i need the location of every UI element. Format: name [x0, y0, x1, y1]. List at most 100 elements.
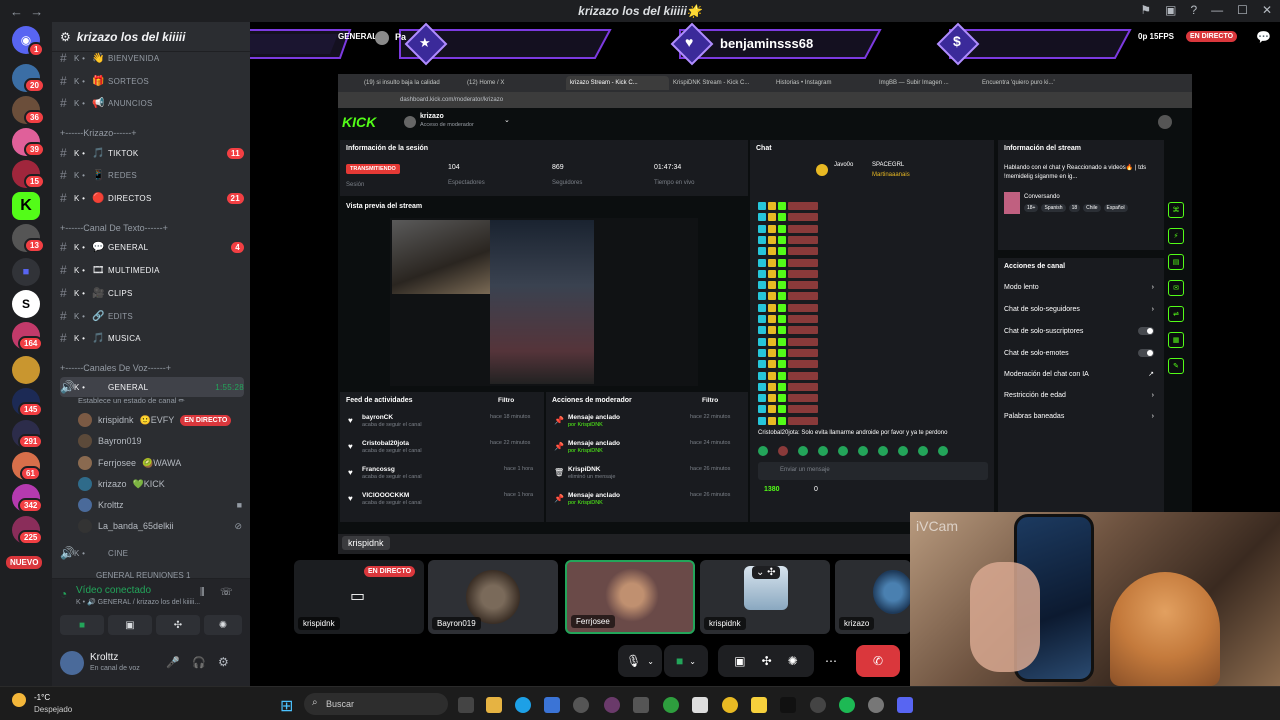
filter-button[interactable]: Filtro — [498, 397, 514, 404]
chat-icon[interactable]: 💬 — [1256, 30, 1271, 44]
voice-user[interactable]: Bayron019 — [78, 431, 142, 451]
voice-status[interactable]: Vídeo conectado — [76, 585, 151, 596]
app-icon[interactable] — [810, 697, 826, 713]
participant-tile[interactable]: EN DIRECTO ▭ krispidnk — [294, 560, 424, 634]
weather-text[interactable]: Despejado — [34, 705, 72, 714]
maximize-icon[interactable]: ☐ — [1237, 3, 1248, 17]
browser-tab[interactable]: (12) Home / X — [463, 76, 566, 90]
kick-server-icon[interactable]: K — [12, 192, 40, 220]
folder-icon[interactable]: ■ — [12, 258, 40, 286]
app-icon[interactable] — [692, 697, 708, 713]
inbox-icon[interactable]: ⚑ — [1140, 3, 1151, 17]
tiktok-icon[interactable] — [780, 697, 796, 713]
sidebar-tool[interactable]: ▤ — [1168, 254, 1184, 270]
tag[interactable]: Spanish — [1041, 204, 1066, 212]
action-slow-mode[interactable]: Modo lento › — [1004, 284, 1154, 291]
new-badge[interactable]: NUEVO — [6, 556, 43, 569]
preview-video[interactable] — [390, 218, 698, 386]
browser-tab[interactable]: KrispiDNK Stream - Kick C... — [669, 76, 772, 90]
voice-user[interactable]: krispidnk 🙂EVFY EN DIRECTO — [78, 410, 232, 430]
channel-multimedia[interactable]: # K • 🎞 MULTIMEDIA — [60, 260, 244, 280]
participant-tile[interactable]: krizazo — [835, 560, 911, 634]
channel-status[interactable]: Establece un estado de canal ✏ — [78, 396, 185, 405]
browser-tab[interactable]: (19) si insulto baja la calidad — [360, 76, 463, 90]
emote-icon[interactable] — [858, 446, 868, 456]
screen-share-button[interactable]: ▣ — [108, 615, 152, 635]
noise-icon[interactable]: ⫼ — [200, 587, 205, 598]
chevron-down-icon[interactable]: ⌄ — [504, 116, 510, 124]
tag[interactable]: Chile — [1083, 204, 1101, 212]
more-button[interactable]: ⋯ — [820, 645, 842, 677]
voice-user[interactable]: krizazo 💚KICK — [78, 474, 165, 494]
discord-icon[interactable] — [897, 697, 913, 713]
disconnect-button[interactable]: ✆ — [856, 645, 900, 677]
chat-input[interactable]: Enviar un mensaje — [758, 462, 988, 480]
spotify-icon[interactable] — [839, 697, 855, 713]
emote-icon[interactable] — [838, 446, 848, 456]
minimize-icon[interactable]: — — [1211, 3, 1223, 17]
tag[interactable]: Español — [1103, 204, 1128, 212]
browser-address-bar[interactable]: dashboard.kick.com/moderator/krizazo — [338, 92, 1192, 108]
edge-icon[interactable] — [515, 697, 531, 713]
browser-tab[interactable]: ImgBB — Subir Imagen ... — [875, 76, 978, 90]
emote-icon[interactable] — [938, 446, 948, 456]
activities-icon[interactable]: ✣ — [762, 654, 772, 668]
emote-icon[interactable] — [918, 446, 928, 456]
xbox-icon[interactable] — [663, 697, 679, 713]
channel-anuncios[interactable]: # K • 📢 ANUNCIOS — [60, 93, 244, 113]
category-texto[interactable]: +------Canal De Texto------+ — [60, 223, 168, 233]
app-icon[interactable] — [722, 697, 738, 713]
activities-button[interactable]: ✣ — [156, 615, 200, 635]
sidebar-tool[interactable]: ⇌ — [1168, 306, 1184, 322]
channel-bienvenida[interactable]: # K • 👋 BIENVENIDA — [60, 48, 244, 68]
server-icon[interactable] — [12, 356, 40, 384]
voice-location[interactable]: K • 🔊 GENERAL / krizazo los del kiiiii..… — [76, 598, 216, 606]
participant-tile[interactable]: ⌄ ✣ krispidnk — [700, 560, 830, 634]
close-icon[interactable]: ✕ — [1262, 3, 1272, 17]
screen-icon[interactable]: ▣ — [1165, 3, 1176, 17]
sidebar-tool[interactable]: ⚡ — [1168, 228, 1184, 244]
mic-button[interactable]: 🎙 ⌄ — [618, 645, 662, 677]
sidebar-tool[interactable]: ⌘ — [1168, 202, 1184, 218]
voice-user[interactable]: Ferrjosee 🥝WAWA — [78, 453, 181, 473]
app-icon[interactable] — [573, 697, 589, 713]
tag[interactable]: 18 — [1068, 204, 1081, 212]
channel-general[interactable]: # K • 💬 GENERAL 4 — [60, 237, 244, 257]
category-voz[interactable]: +------Canales De Voz------+ — [60, 363, 171, 373]
channel-clips[interactable]: # K • 🎥 CLIPS — [60, 283, 244, 303]
channel-directos[interactable]: # K • 🔴 DIRECTOS 21 — [60, 188, 244, 208]
participant-tile[interactable]: Bayron019 — [428, 560, 558, 634]
emote-icon[interactable] — [778, 446, 788, 456]
avatar[interactable] — [60, 651, 84, 675]
notes-icon[interactable] — [751, 697, 767, 713]
headphones-icon[interactable]: 🎧 — [192, 656, 206, 669]
app-icon[interactable] — [544, 697, 560, 713]
sidebar-tool[interactable]: ▦ — [1168, 332, 1184, 348]
temperature[interactable]: -1°C — [34, 693, 50, 702]
emote-icon[interactable] — [818, 446, 828, 456]
task-view-icon[interactable] — [458, 697, 474, 713]
emote-bar[interactable] — [758, 446, 988, 458]
weather-icon[interactable] — [12, 693, 26, 707]
search-box[interactable]: ⌕ Buscar — [304, 693, 448, 715]
action-banned-words[interactable]: Palabras baneadas › — [1004, 413, 1154, 420]
action-ai-moderation[interactable]: Moderación del chat con IA ↗ — [1004, 370, 1154, 379]
channel-redes[interactable]: # K • 📱 REDES — [60, 165, 244, 185]
emote-icon[interactable] — [878, 446, 888, 456]
camera-button[interactable]: ■ ⌄ — [664, 645, 708, 677]
voice-channel-general[interactable]: 🔊 K • GENERAL 1:55:28 — [60, 377, 244, 397]
mic-icon[interactable]: 🎤 — [166, 656, 180, 669]
voice-user[interactable]: Krolttz ■ — [78, 495, 242, 515]
browser-tab[interactable]: krizazo Stream - Kick C... — [566, 76, 669, 90]
action-emotes-only[interactable]: Chat de solo-emotes — [1004, 349, 1154, 357]
voice-user[interactable]: La_banda_65delkii ⊘ — [78, 516, 242, 536]
action-followers-only[interactable]: Chat de solo-seguidores › — [1004, 306, 1154, 313]
browser-tab[interactable]: Encuentra 'quiero puro ki...' — [978, 76, 1081, 90]
channel-sorteos[interactable]: # K • 🎁 SORTEOS — [60, 71, 244, 91]
channel-edits[interactable]: # K • 🔗 EDITS — [60, 306, 244, 326]
browser-tab[interactable]: Historias • Instagram — [772, 76, 875, 90]
settings-icon[interactable] — [868, 697, 884, 713]
category-krizazo[interactable]: +------Krizazo------+ — [60, 128, 137, 138]
help-icon[interactable]: ? — [1190, 3, 1197, 17]
windows-start-icon[interactable]: ⊞ — [280, 696, 293, 716]
